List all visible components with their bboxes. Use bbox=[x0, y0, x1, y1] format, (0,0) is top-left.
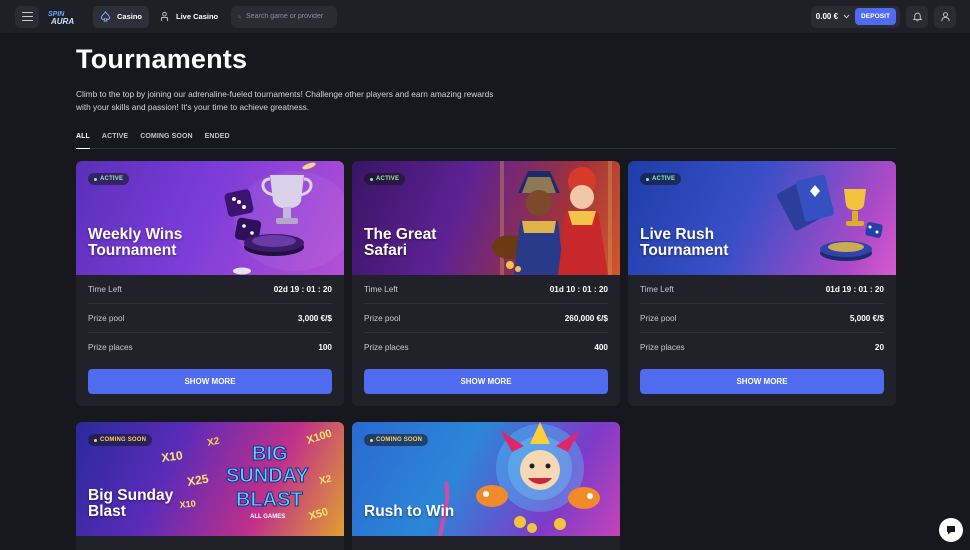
show-more-button[interactable]: SHOW MORE bbox=[88, 369, 332, 394]
spade-icon bbox=[100, 11, 111, 22]
chevron-down-icon bbox=[843, 14, 850, 19]
user-icon bbox=[940, 12, 950, 22]
status-badge: COMING SOON bbox=[364, 434, 429, 446]
tournament-tabs: ALL ACTIVE COMING SOON ENDED bbox=[76, 131, 896, 149]
prize-places-row: Prize places 100 bbox=[88, 343, 332, 352]
tournament-title: Live Rush Tournament bbox=[640, 226, 729, 259]
page-description: Climb to the top by joining our adrenali… bbox=[76, 89, 494, 112]
tournament-card: ACTIVE Weekly Wins Tournament Time Left 02… bbox=[76, 161, 344, 406]
multiplier-label: X25 bbox=[186, 471, 210, 489]
tournament-banner[interactable]: ACTIVE Weekly Wins Tournament bbox=[76, 161, 344, 275]
status-badge: ACTIVE bbox=[88, 173, 130, 185]
site-logo[interactable]: SPIN AURA bbox=[47, 9, 83, 25]
search-box[interactable] bbox=[231, 5, 338, 28]
tournament-card: ACTIVE Live Rush Tournament Time Left 01d … bbox=[628, 161, 896, 406]
cards-trophy-illustration bbox=[776, 174, 883, 261]
deposit-button[interactable]: DEPOSIT bbox=[855, 8, 896, 25]
art-text-blast: BLAST bbox=[236, 489, 303, 511]
tournament-card: X2 X10 X25 X100 X2 X50 X10 BIG SUNDAY BL… bbox=[76, 422, 344, 550]
tournament-title: The Great Safari bbox=[364, 226, 437, 259]
search-icon bbox=[238, 15, 242, 18]
balance-selector[interactable]: 0.00 € DEPOSIT bbox=[810, 5, 900, 28]
show-more-button[interactable]: SHOW MORE bbox=[364, 369, 608, 394]
prize-pool-row: Prize pool 260,000 €/$ bbox=[364, 304, 608, 333]
art-text-sunday: SUNDAY bbox=[226, 465, 309, 487]
tab-ended[interactable]: ENDED bbox=[205, 131, 230, 148]
tournament-card: ACTIVE The Great Safari Time Left 01d 10 :… bbox=[352, 161, 620, 406]
prize-places-row: Prize places 20 bbox=[640, 343, 884, 352]
tournament-banner[interactable]: X2 X10 X25 X100 X2 X50 X10 BIG SUNDAY BL… bbox=[76, 422, 344, 536]
nav-casino-label: Casino bbox=[117, 12, 143, 21]
profile-button[interactable] bbox=[934, 5, 956, 28]
tournament-banner[interactable]: ACTIVE Live Rush Tournament bbox=[628, 161, 896, 275]
nav-casino[interactable]: Casino bbox=[93, 5, 150, 28]
tab-all[interactable]: ALL bbox=[76, 131, 90, 149]
dealer-icon bbox=[160, 11, 169, 22]
multiplier-label: X2 bbox=[206, 436, 221, 449]
search-input[interactable] bbox=[246, 13, 331, 20]
multiplier-label: X10 bbox=[160, 448, 183, 465]
chat-button[interactable] bbox=[939, 518, 963, 542]
status-badge: ACTIVE bbox=[364, 173, 406, 185]
prize-pool-row: Prize pool 3,000 €/$ bbox=[88, 304, 332, 333]
prize-places-row: Prize places 400 bbox=[364, 343, 608, 352]
art-text-all-games: ALL GAMES bbox=[250, 514, 285, 520]
multiplier-label: X100 bbox=[305, 427, 333, 446]
top-bar: SPIN AURA Casino Live Casino 0.00 € DEPO… bbox=[0, 0, 970, 33]
nav-live-casino-label: Live Casino bbox=[176, 12, 219, 21]
tournament-title: Weekly Wins Tournament bbox=[88, 226, 183, 259]
tournament-banner[interactable]: ACTIVE The Great Safari bbox=[352, 161, 620, 275]
multiplier-label: X2 bbox=[318, 474, 333, 487]
notifications-button[interactable] bbox=[906, 5, 928, 28]
show-more-button[interactable]: SHOW MORE bbox=[640, 369, 884, 394]
nav-live-casino[interactable]: Live Casino bbox=[152, 6, 225, 28]
time-left-row: Time Left 01d 10 : 01 : 20 bbox=[364, 275, 608, 304]
page-title: Tournaments bbox=[76, 44, 248, 74]
prize-pool-row: Prize pool 5,000 €/$ bbox=[640, 304, 884, 333]
status-badge: ACTIVE bbox=[640, 173, 682, 185]
time-left-row: Time Left 01d 19 : 01 : 20 bbox=[640, 275, 884, 304]
time-left-row: Time Left 02d 19 : 01 : 20 bbox=[88, 275, 332, 304]
chat-icon bbox=[947, 526, 955, 535]
tab-active[interactable]: ACTIVE bbox=[102, 131, 128, 148]
multiplier-label: X50 bbox=[308, 506, 330, 523]
tournament-title: Rush to Win bbox=[364, 503, 455, 520]
tournament-card: COMING SOON Rush to Win bbox=[352, 422, 620, 550]
tab-coming-soon[interactable]: COMING SOON bbox=[140, 131, 192, 148]
svg-text:AURA: AURA bbox=[50, 17, 74, 25]
menu-icon[interactable] bbox=[15, 5, 39, 28]
bell-icon bbox=[912, 12, 922, 22]
tournament-title: Big Sunday Blast bbox=[88, 487, 174, 520]
status-badge: COMING SOON bbox=[88, 434, 153, 446]
tournament-banner[interactable]: COMING SOON Rush to Win bbox=[352, 422, 620, 536]
balance-value: 0.00 € bbox=[815, 12, 839, 21]
art-text-big: BIG bbox=[252, 443, 288, 465]
